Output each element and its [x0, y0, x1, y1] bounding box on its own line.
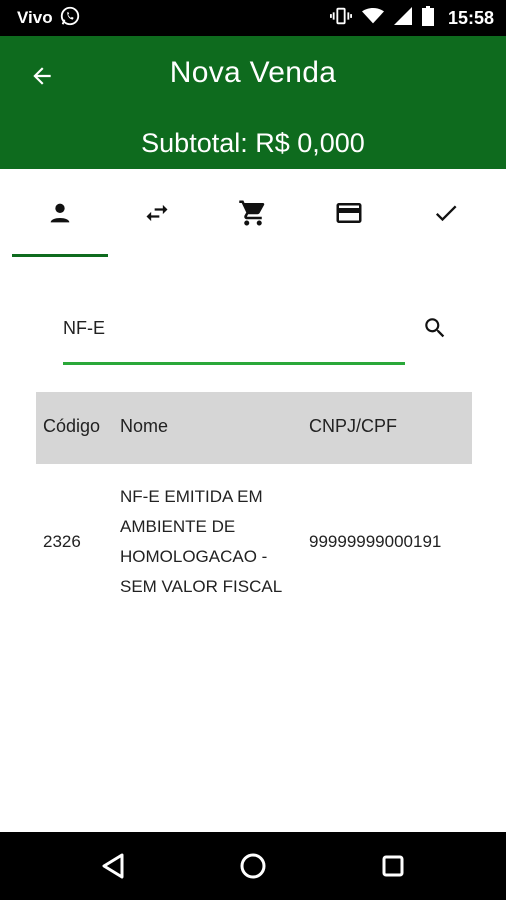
signal-icon — [393, 6, 412, 30]
page-title: Nova Venda — [169, 56, 337, 89]
step-tabs — [12, 169, 494, 257]
search-button[interactable] — [418, 311, 452, 345]
column-header-codigo: Código — [43, 416, 101, 436]
vibrate-icon — [329, 6, 352, 31]
wifi-icon — [361, 7, 384, 30]
table-row[interactable]: 2326 NF-E EMITIDA EM AMBIENTE DE HOMOLOG… — [36, 472, 472, 612]
table-header: Código Nome CNPJ/CPF — [36, 392, 472, 464]
carrier-name: Vivo — [17, 8, 53, 27]
clock: 15:58 — [447, 7, 494, 28]
tab-confirm[interactable] — [398, 169, 494, 257]
cell-cnpj: 99999999000191 — [309, 532, 442, 551]
cell-nome-line: NF-E EMITIDA EM — [120, 487, 263, 506]
nav-recents-button[interactable] — [373, 846, 413, 886]
battery-icon — [421, 5, 434, 31]
column-header-nome: Nome — [120, 416, 169, 436]
navigation-bar — [0, 832, 506, 900]
search-icon — [425, 318, 445, 338]
cell-nome-line: HOMOLOGACAO - — [120, 547, 268, 566]
subtotal-label: Subtotal: R$ 0,000 — [141, 128, 365, 158]
triangle-back-icon — [102, 853, 124, 879]
search-field — [63, 300, 405, 365]
nav-back-button[interactable] — [93, 846, 133, 886]
cell-nome-line: SEM VALOR FISCAL — [120, 577, 283, 596]
search-input[interactable] — [63, 318, 393, 339]
column-header-cnpj: CNPJ/CPF — [309, 416, 398, 436]
shopping-cart-icon — [239, 200, 265, 226]
check-icon — [435, 205, 457, 222]
square-recents-icon — [382, 855, 404, 877]
status-left: Vivo — [17, 0, 81, 36]
credit-card-icon — [336, 203, 362, 223]
app-bar: Nova Venda Subtotal: R$ 0,000 — [0, 36, 506, 169]
whatsapp-icon — [59, 5, 81, 32]
status-bar: Vivo 15:58 — [0, 0, 506, 36]
cell-codigo: 2326 — [43, 532, 81, 551]
tab-cart[interactable] — [205, 169, 301, 257]
status-right: 15:58 — [329, 0, 494, 36]
tab-payment[interactable] — [301, 169, 397, 257]
cell-nome-line: AMBIENTE DE — [120, 517, 236, 536]
tab-customer[interactable] — [12, 169, 109, 257]
person-icon — [50, 203, 70, 223]
cell-nome: NF-E EMITIDA EM AMBIENTE DE HOMOLOGACAO … — [120, 482, 282, 602]
swap-arrows-icon — [146, 204, 168, 222]
circle-home-icon — [240, 853, 266, 879]
nav-home-button[interactable] — [233, 846, 273, 886]
tab-swap[interactable] — [108, 169, 204, 257]
